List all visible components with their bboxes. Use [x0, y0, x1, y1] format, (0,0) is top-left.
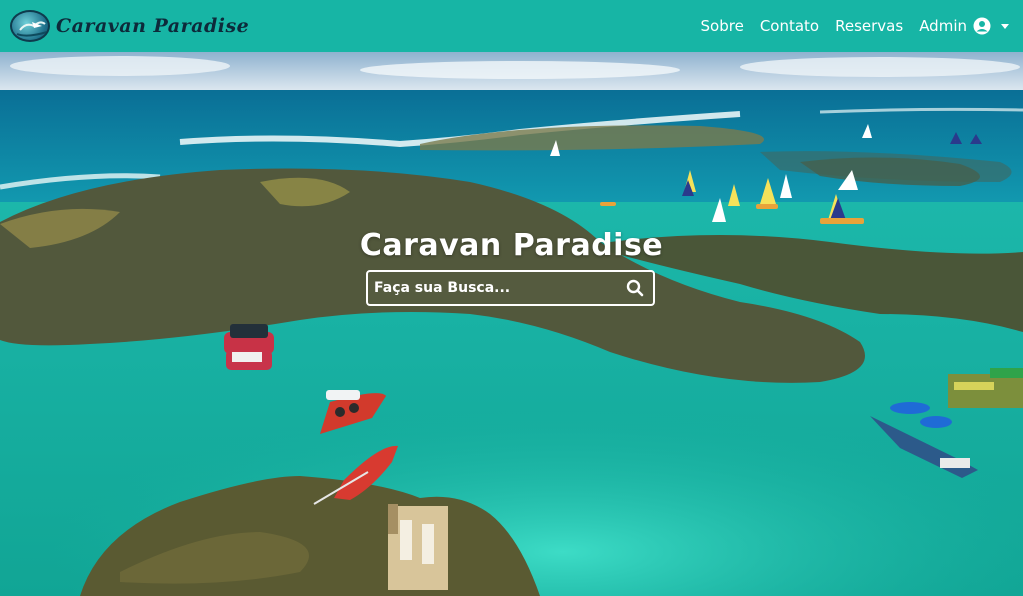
admin-label: Admin [919, 17, 967, 35]
globe-plane-icon [10, 10, 50, 42]
brand-link[interactable]: Caravan Paradise [10, 10, 249, 42]
nav-link-contato[interactable]: Contato [760, 17, 819, 35]
user-circle-icon [973, 17, 991, 35]
nav-menu: Sobre Contato Reservas Admin [701, 17, 1013, 35]
search-icon [626, 279, 644, 297]
boat [224, 324, 274, 370]
nav-link-reservas[interactable]: Reservas [835, 17, 903, 35]
top-navbar: Caravan Paradise Sobre Contato Reservas … [0, 0, 1023, 52]
hero-title: Caravan Paradise [359, 228, 664, 263]
brand-name: Caravan Paradise [56, 15, 250, 37]
hero-section: Caravan Paradise [0, 52, 1023, 596]
search-button[interactable] [617, 272, 653, 304]
admin-dropdown[interactable]: Admin [919, 17, 1009, 35]
nav-link-sobre[interactable]: Sobre [701, 17, 744, 35]
search-form [366, 270, 655, 306]
search-input[interactable] [368, 272, 617, 304]
caret-down-icon [1001, 23, 1009, 29]
hero-background-image [0, 52, 1023, 596]
